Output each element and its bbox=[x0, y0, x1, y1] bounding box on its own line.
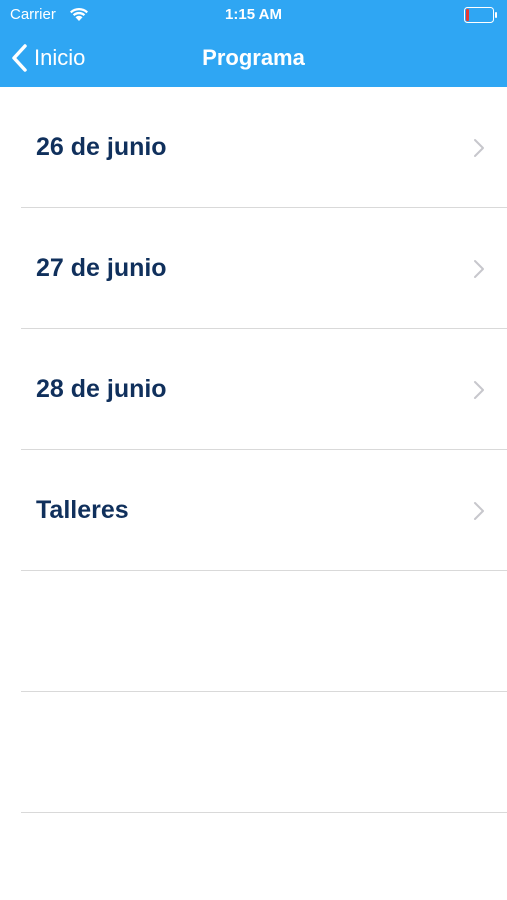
chevron-right-icon bbox=[474, 260, 484, 278]
chevron-right-icon bbox=[474, 502, 484, 520]
chevron-right-icon bbox=[474, 381, 484, 399]
list-item-label: 27 de junio bbox=[36, 254, 167, 282]
chevron-right-icon bbox=[474, 139, 484, 157]
list-item-28-junio[interactable]: 28 de junio bbox=[0, 329, 507, 450]
list-item-talleres[interactable]: Talleres bbox=[0, 450, 507, 571]
list-item-26-junio[interactable]: 26 de junio bbox=[0, 87, 507, 208]
empty-row bbox=[0, 571, 507, 692]
list-item-27-junio[interactable]: 27 de junio bbox=[0, 208, 507, 329]
program-list: 26 de junio 27 de junio 28 de junio Tall… bbox=[0, 87, 507, 813]
top-bar: Carrier 1:15 AM Inicio Programa bbox=[0, 0, 507, 87]
empty-row bbox=[0, 692, 507, 813]
list-item-label: Talleres bbox=[36, 496, 129, 524]
battery-low-icon bbox=[464, 7, 497, 23]
navigation-bar: Inicio Programa bbox=[0, 30, 507, 87]
list-item-label: 26 de junio bbox=[36, 133, 167, 161]
divider bbox=[21, 812, 507, 813]
status-bar: Carrier 1:15 AM bbox=[0, 0, 507, 30]
page-title: Programa bbox=[202, 45, 305, 70]
list-item-label: 28 de junio bbox=[36, 375, 167, 403]
clock: 1:15 AM bbox=[225, 6, 282, 23]
